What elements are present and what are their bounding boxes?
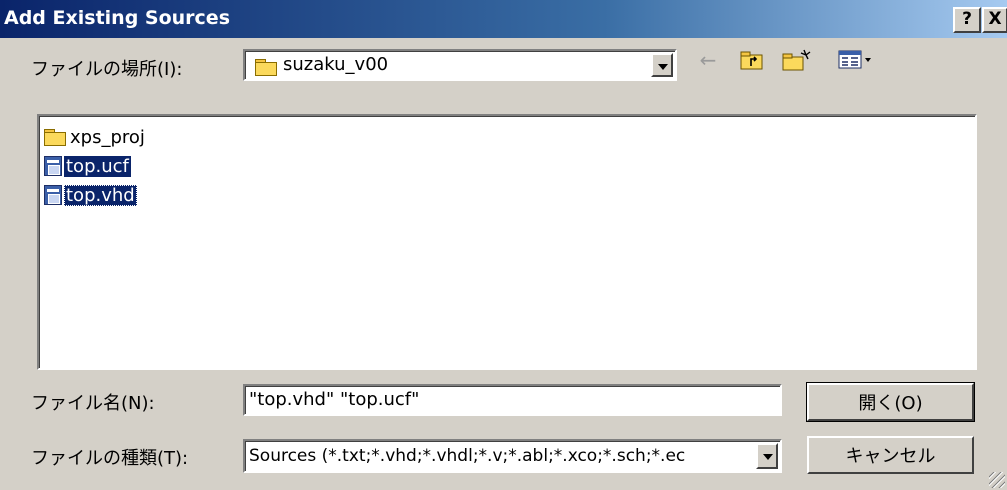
help-icon: ? bbox=[962, 9, 972, 29]
help-button[interactable]: ? bbox=[953, 7, 981, 33]
up-folder-button[interactable] bbox=[737, 46, 767, 74]
filetype-combo[interactable]: Sources (*.txt;*.vhd;*.vhdl;*.v;*.abl;*.… bbox=[243, 439, 782, 473]
chevron-down-icon[interactable] bbox=[756, 443, 778, 469]
list-item-xps-proj[interactable]: xps_proj bbox=[44, 124, 147, 150]
list-item-label: top.vhd bbox=[64, 184, 137, 206]
look-in-label: ファイルの場所(I): bbox=[31, 59, 183, 80]
folder-icon bbox=[44, 129, 66, 146]
new-folder-button[interactable] bbox=[780, 46, 814, 74]
chevron-down-icon[interactable] bbox=[651, 53, 673, 77]
cancel-button-label: キャンセル bbox=[845, 446, 936, 467]
look-in-value: suzaku_v00 bbox=[283, 54, 389, 75]
file-list[interactable]: xps_proj top.ucf top.vhd bbox=[37, 114, 977, 370]
list-item-top-ucf[interactable]: top.ucf bbox=[44, 153, 131, 179]
filename-input[interactable]: "top.vhd" "top.ucf" bbox=[243, 384, 782, 416]
list-item-label: top.ucf bbox=[64, 155, 131, 177]
back-button[interactable]: ← bbox=[693, 46, 723, 74]
filename-value: "top.vhd" "top.ucf" bbox=[249, 389, 420, 410]
up-folder-icon bbox=[740, 51, 763, 70]
filetype-value: Sources (*.txt;*.vhd;*.vhdl;*.v;*.abl;*.… bbox=[249, 446, 686, 466]
open-button-label: 開く(O) bbox=[858, 393, 923, 414]
list-item-label: xps_proj bbox=[70, 126, 145, 148]
open-button[interactable]: 開く(O) bbox=[806, 382, 975, 422]
title-bar[interactable]: Add Existing Sources ? X bbox=[0, 0, 1007, 38]
file-icon bbox=[44, 156, 62, 176]
close-button[interactable]: X bbox=[982, 7, 1007, 33]
look-in-combo[interactable]: suzaku_v00 bbox=[243, 49, 677, 81]
new-folder-icon bbox=[782, 49, 811, 71]
close-icon: X bbox=[988, 9, 1002, 29]
filename-label: ファイル名(N): bbox=[31, 393, 155, 414]
add-existing-sources-dialog: Add Existing Sources ? X ファイルの場所(I): suz… bbox=[0, 0, 1007, 490]
window-title: Add Existing Sources bbox=[4, 7, 231, 29]
view-menu-button[interactable] bbox=[836, 46, 876, 74]
file-icon bbox=[44, 185, 62, 205]
back-icon: ← bbox=[699, 48, 717, 72]
view-menu-icon bbox=[838, 50, 871, 69]
folder-icon bbox=[255, 56, 277, 77]
list-item-top-vhd[interactable]: top.vhd bbox=[44, 182, 137, 208]
resize-grip-icon[interactable] bbox=[989, 472, 1005, 488]
filetype-label: ファイルの種類(T): bbox=[31, 448, 189, 469]
cancel-button[interactable]: キャンセル bbox=[807, 436, 974, 474]
